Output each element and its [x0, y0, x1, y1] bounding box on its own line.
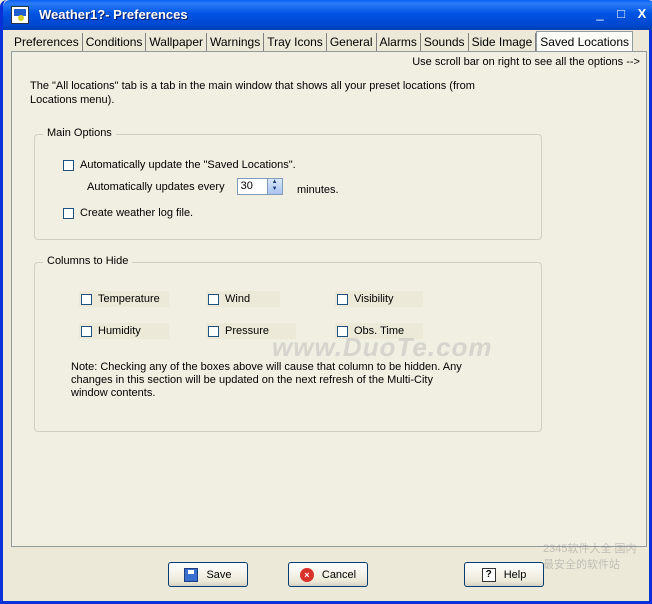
tab-saved-locations[interactable]: Saved Locations [536, 31, 633, 52]
visibility-checkbox[interactable] [337, 293, 348, 305]
auto-update-label: Automatically update the "Saved Location… [80, 159, 296, 171]
minimize-button[interactable]: _ [591, 6, 609, 24]
interval-label: Automatically updates every [87, 180, 225, 193]
tab-preferences[interactable]: Preferences [11, 33, 83, 51]
floppy-disk-icon [184, 567, 199, 582]
log-checkbox[interactable] [63, 207, 74, 219]
columns-note: Note: Checking any of the boxes above wi… [71, 361, 462, 399]
help-button[interactable]: ? Help [464, 562, 544, 587]
column-option-humidity[interactable]: Humidity [79, 323, 169, 339]
auto-update-checkbox[interactable] [63, 159, 74, 171]
saved-locations-panel: Use scroll bar on right to see all the o… [11, 51, 647, 547]
log-row[interactable]: Create weather log file. [63, 207, 193, 219]
tab-side-image[interactable]: Side Image [469, 33, 537, 51]
interval-value[interactable]: 30 [238, 179, 267, 194]
wind-checkbox[interactable] [208, 293, 219, 305]
save-button-label: Save [206, 568, 232, 581]
corner-watermark: 2345软件大全 国内最安全的软件站 [543, 543, 637, 571]
title-bar[interactable]: Weather1?- Preferences _ □ X [3, 0, 652, 30]
maximize-button[interactable]: □ [612, 6, 630, 24]
spinner-arrows-icon[interactable]: ▲ ▼ [266, 179, 282, 194]
save-button[interactable]: Save [168, 562, 248, 587]
wind-label: Wind [225, 293, 251, 305]
tab-alarms[interactable]: Alarms [377, 33, 421, 51]
tab-wallpaper[interactable]: Wallpaper [146, 33, 207, 51]
temperature-label: Temperature [98, 293, 160, 305]
pressure-checkbox[interactable] [208, 325, 219, 337]
column-option-temperature[interactable]: Temperature [79, 291, 169, 307]
column-option-wind[interactable]: Wind [206, 291, 280, 307]
duote-watermark: www.DuoTe.com [272, 332, 493, 362]
close-button[interactable]: X [633, 6, 651, 24]
main-options-group: Main Options Automatically update the "S… [34, 127, 542, 240]
preferences-window: Weather1?- Preferences _ □ X Preferences… [0, 0, 652, 604]
tab-general[interactable]: General [327, 33, 377, 51]
cancel-button[interactable]: × Cancel [288, 562, 368, 587]
auto-update-row[interactable]: Automatically update the "Saved Location… [63, 159, 296, 171]
columns-to-hide-title: Columns to Hide [43, 255, 133, 267]
humidity-label: Humidity [98, 325, 141, 337]
interval-unit: minutes. [297, 184, 339, 196]
intro-text: The "All locations" tab is a tab in the … [30, 80, 475, 106]
tab-sounds[interactable]: Sounds [421, 33, 469, 51]
help-button-label: Help [503, 568, 527, 581]
column-option-visibility[interactable]: Visibility [335, 291, 423, 307]
log-label: Create weather log file. [80, 207, 194, 219]
help-question-icon: ? [481, 567, 496, 582]
temperature-checkbox[interactable] [81, 293, 92, 305]
tab-conditions[interactable]: Conditions [83, 33, 147, 51]
interval-spinner[interactable]: 30 ▲ ▼ [236, 178, 283, 195]
humidity-checkbox[interactable] [81, 325, 92, 337]
main-options-title: Main Options [43, 127, 116, 139]
window-title: Weather1?- Preferences [39, 7, 188, 22]
cancel-x-icon: × [299, 567, 314, 582]
tab-warnings[interactable]: Warnings [207, 33, 265, 51]
tab-strip: Preferences Conditions Wallpaper Warnings Tr… [11, 30, 633, 52]
app-icon [11, 6, 29, 24]
scroll-hint: Use scroll bar on right to see all the o… [412, 56, 640, 68]
tab-tray-icons[interactable]: Tray Icons [264, 33, 327, 51]
visibility-label: Visibility [354, 293, 394, 305]
pressure-label: Pressure [225, 325, 270, 337]
cancel-button-label: Cancel [321, 568, 357, 581]
interval-row: Automatically updates every 30 ▲ ▼ [87, 178, 283, 195]
